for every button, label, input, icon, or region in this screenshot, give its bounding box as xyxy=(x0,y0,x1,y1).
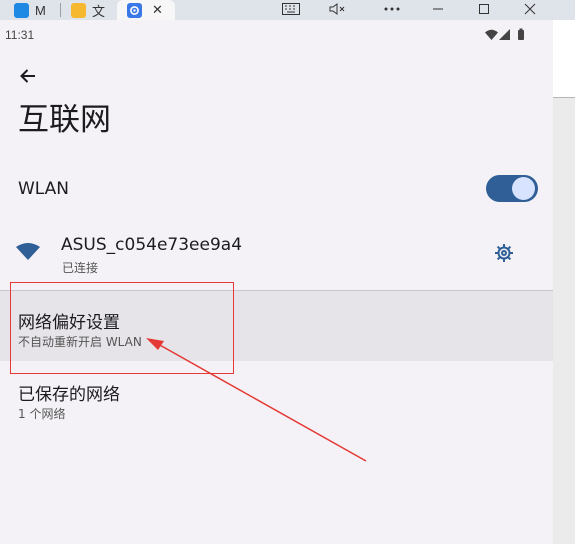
annotation-arrow xyxy=(146,338,367,462)
